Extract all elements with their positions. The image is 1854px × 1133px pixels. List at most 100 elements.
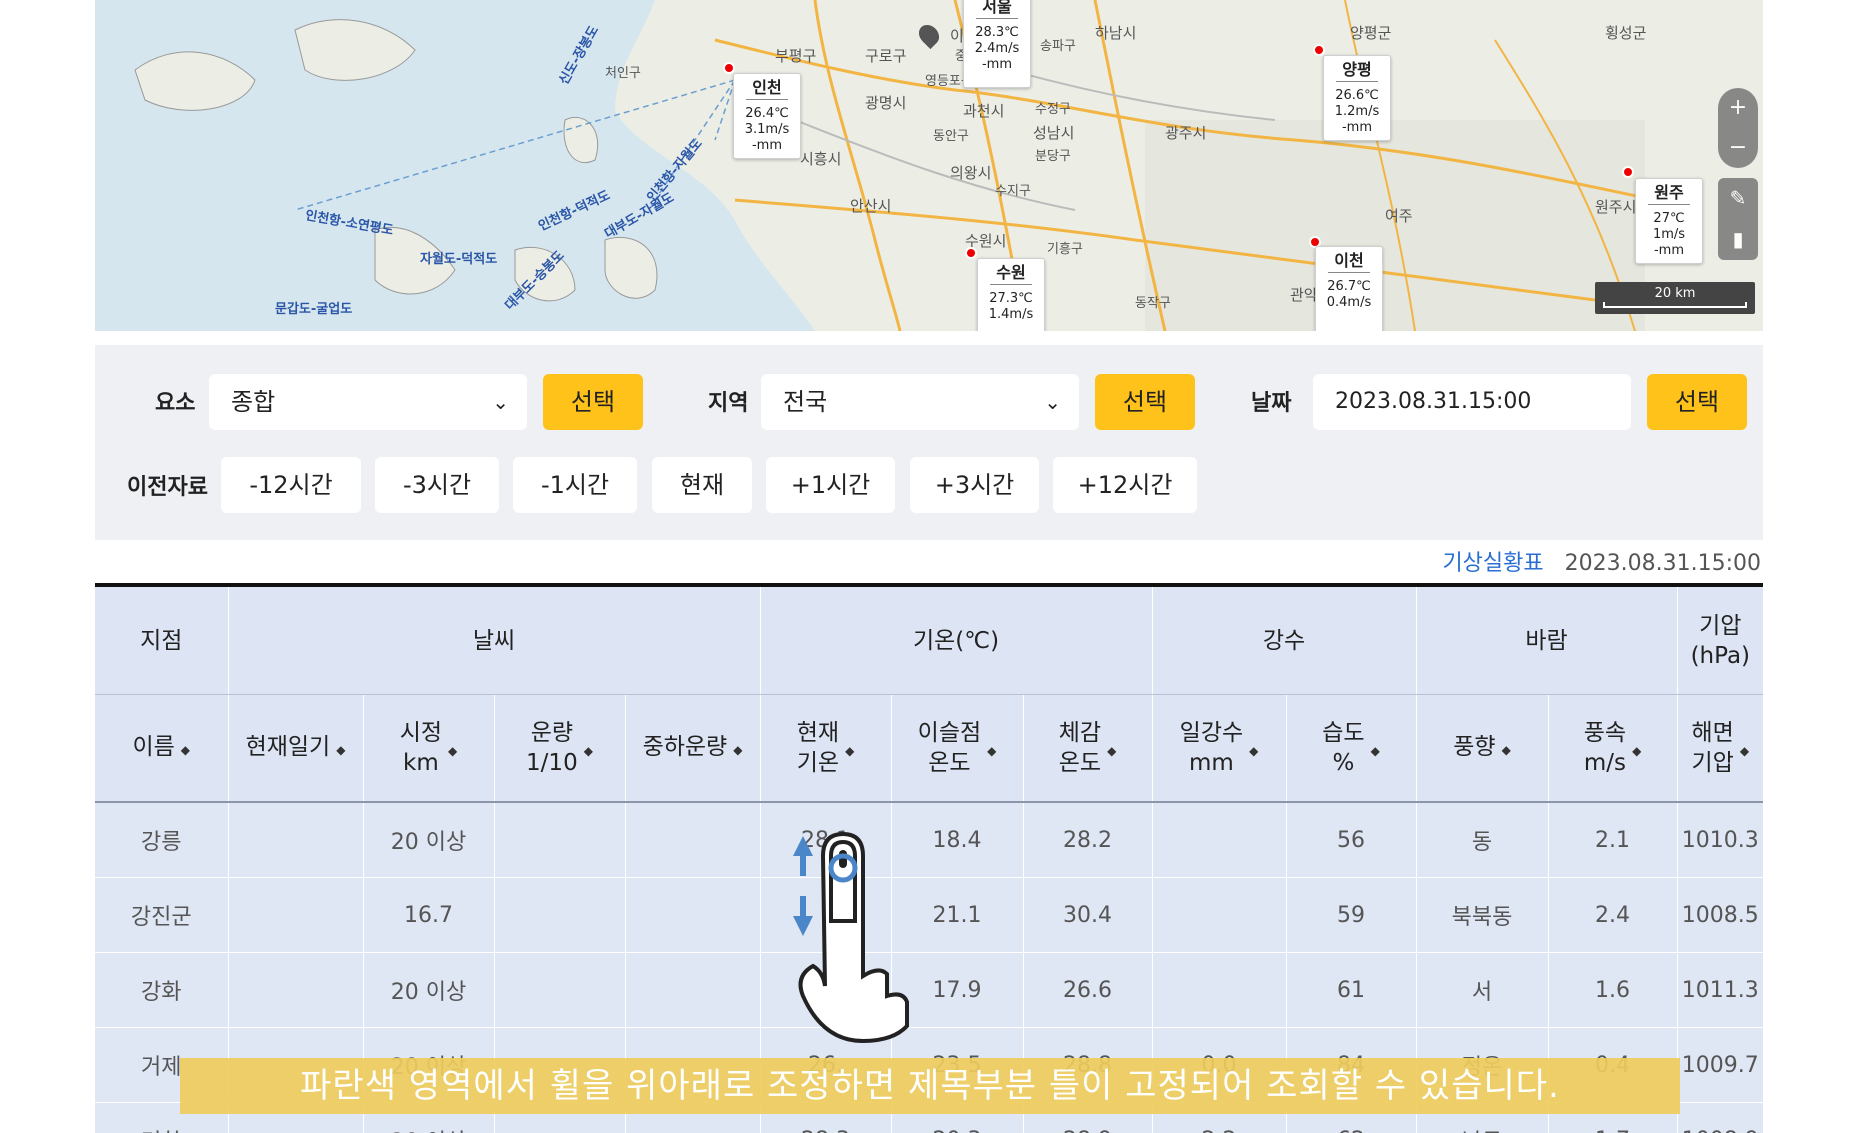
table-cell: 28.2 <box>1023 802 1152 878</box>
station-name: 인천 <box>746 80 788 100</box>
group-header-pressure: 기압 (hPa) <box>1677 585 1763 695</box>
table-cell <box>494 953 625 1028</box>
station-temp: 26.6℃ <box>1324 88 1390 104</box>
place-label: 송파구 <box>1040 35 1076 54</box>
place-label: 시흥시 <box>800 148 841 169</box>
place-label: 의왕시 <box>950 162 991 183</box>
region-select[interactable]: 전국 ⌄ <box>761 374 1079 430</box>
station-card-yangpyeong[interactable]: 양평 26.6℃ 1.2m/s -mm <box>1323 55 1391 141</box>
table-cell: 1009.7 <box>1677 1028 1763 1103</box>
place-label: 처인구 <box>605 62 641 81</box>
group-header-temperature: 기온(℃) <box>760 585 1152 695</box>
zoom-in-button[interactable]: + <box>1718 88 1758 128</box>
station-name: 서울 <box>976 0 1018 19</box>
element-select-button[interactable]: 선택 <box>543 374 643 430</box>
place-label: 하남시 <box>1095 22 1136 43</box>
column-header[interactable]: 일강수 mm◆ <box>1152 695 1286 803</box>
station-card-seoul[interactable]: 서울 28.3℃ 2.4m/s -mm <box>963 0 1031 88</box>
table-cell: 1.6 <box>1548 953 1677 1028</box>
column-header[interactable]: 운량 1/10◆ <box>494 695 625 803</box>
column-header[interactable]: 현재 기온◆ <box>760 695 891 803</box>
station-marker[interactable] <box>965 247 977 259</box>
table-row[interactable]: 강화20 이상17.926.661서1.61011.3 <box>95 953 1763 1028</box>
sort-icon: ◆ <box>1371 744 1380 758</box>
station-rain: -mm <box>734 138 800 154</box>
place-label: 원주시 <box>1595 196 1636 217</box>
table-cell: 1008.9 <box>1677 1103 1763 1133</box>
station-temp: 28.3℃ <box>964 25 1030 41</box>
table-row[interactable]: 강릉20 이상28.118.428.256동2.11010.3 <box>95 802 1763 878</box>
sort-icon: ◆ <box>336 743 345 757</box>
column-header[interactable]: 이슬점 온도◆ <box>891 695 1023 803</box>
weather-table-link[interactable]: 기상실황표 <box>1442 551 1543 576</box>
table-cell <box>1152 953 1286 1028</box>
station-card-incheon[interactable]: 인천 26.4℃ 3.1m/s -mm <box>733 73 801 159</box>
table-cell: 1008.5 <box>1677 878 1763 953</box>
station-marker[interactable] <box>1622 166 1634 178</box>
date-input[interactable]: 2023.08.31.15:00 <box>1313 374 1631 430</box>
station-wind: 1.2m/s <box>1324 104 1390 120</box>
table-datetime: 2023.08.31.15:00 <box>1565 551 1761 576</box>
group-header-wind: 바람 <box>1416 585 1677 695</box>
ruler-icon[interactable]: ✎ <box>1718 178 1758 219</box>
now-button[interactable]: 현재 <box>652 457 752 513</box>
table-cell <box>625 878 760 953</box>
region-select-button[interactable]: 선택 <box>1095 374 1195 430</box>
station-name-cell: 강화 <box>95 953 228 1028</box>
group-header-precipitation: 강수 <box>1152 585 1416 695</box>
map-base <box>95 0 1763 331</box>
column-header[interactable]: 시정 km◆ <box>363 695 494 803</box>
station-name-cell: 강진군 <box>95 878 228 953</box>
weather-table[interactable]: 지점 날씨 기온(℃) 강수 바람 기압 (hPa) 이름◆ 현재일기◆ 시정 … <box>95 583 1763 1133</box>
zoom-out-button[interactable]: − <box>1718 128 1758 168</box>
column-header[interactable]: 이름◆ <box>95 695 228 803</box>
column-header[interactable]: 현재일기◆ <box>228 695 363 803</box>
station-marker[interactable] <box>723 62 735 74</box>
station-rain: -mm <box>964 57 1030 73</box>
table-cell: 동 <box>1416 802 1548 878</box>
scale-bar: 20 km <box>1595 282 1755 314</box>
station-card-wonju[interactable]: 원주 27℃ 1m/s -mm <box>1635 178 1703 264</box>
place-label: 분당구 <box>1035 145 1071 164</box>
plus-12h-button[interactable]: +12시간 <box>1053 457 1197 513</box>
station-card-suwon[interactable]: 수원 27.3℃ 1.4m/s <box>977 258 1045 331</box>
minus-1h-button[interactable]: -1시간 <box>513 457 637 513</box>
table-cell: 1011.3 <box>1677 953 1763 1028</box>
column-header[interactable]: 해면 기압◆ <box>1677 695 1763 803</box>
column-header[interactable]: 풍속 m/s◆ <box>1548 695 1677 803</box>
plus-3h-button[interactable]: +3시간 <box>910 457 1039 513</box>
sort-icon: ◆ <box>181 743 190 757</box>
table-cell <box>228 878 363 953</box>
weather-map[interactable]: 신도-장봉도 인천항-소연평도 인천항-덕적도 대부도-자월도 인천항-자월도 … <box>95 0 1763 331</box>
station-marker[interactable] <box>1313 44 1325 56</box>
column-header[interactable]: 습도 %◆ <box>1286 695 1416 803</box>
sort-icon: ◆ <box>1632 744 1641 758</box>
table-caption: 기상실황표 2023.08.31.15:00 <box>1442 545 1761 577</box>
map-tools: ✎ ▮ <box>1718 178 1758 260</box>
element-select[interactable]: 종합 ⌄ <box>209 374 527 430</box>
column-header-row: 이름◆ 현재일기◆ 시정 km◆ 운량 1/10◆ 중하운량◆ 현재 기온◆ 이… <box>95 695 1763 803</box>
place-label: 수정구 <box>1035 98 1071 117</box>
plus-1h-button[interactable]: +1시간 <box>766 457 895 513</box>
table-cell: 20 이상 <box>363 953 494 1028</box>
column-header[interactable]: 풍향◆ <box>1416 695 1548 803</box>
previous-data-label: 이전자료 <box>127 469 208 501</box>
table-cell: 59 <box>1286 878 1416 953</box>
station-card-icheon[interactable]: 이천 26.7℃ 0.4m/s <box>1315 246 1383 331</box>
date-select-button[interactable]: 선택 <box>1647 374 1747 430</box>
place-label: 구로구 <box>865 45 906 66</box>
table-cell: 20 이상 <box>363 802 494 878</box>
map-layer-icon[interactable]: ▮ <box>1718 219 1758 260</box>
minus-12h-button[interactable]: -12시간 <box>221 457 361 513</box>
table-row[interactable]: 강진군16.721.130.459북북동2.41008.5 <box>95 878 1763 953</box>
chevron-down-icon: ⌄ <box>1044 374 1061 430</box>
place-label: 양평군 <box>1350 22 1391 43</box>
column-header[interactable]: 중하운량◆ <box>625 695 760 803</box>
place-label: 안산시 <box>850 195 891 216</box>
station-name: 양평 <box>1336 62 1378 82</box>
table-cell: 서 <box>1416 953 1548 1028</box>
route-label: 문갑도-굴업도 <box>275 298 352 317</box>
column-header[interactable]: 체감 온도◆ <box>1023 695 1152 803</box>
group-header-weather: 날씨 <box>228 585 760 695</box>
minus-3h-button[interactable]: -3시간 <box>375 457 499 513</box>
